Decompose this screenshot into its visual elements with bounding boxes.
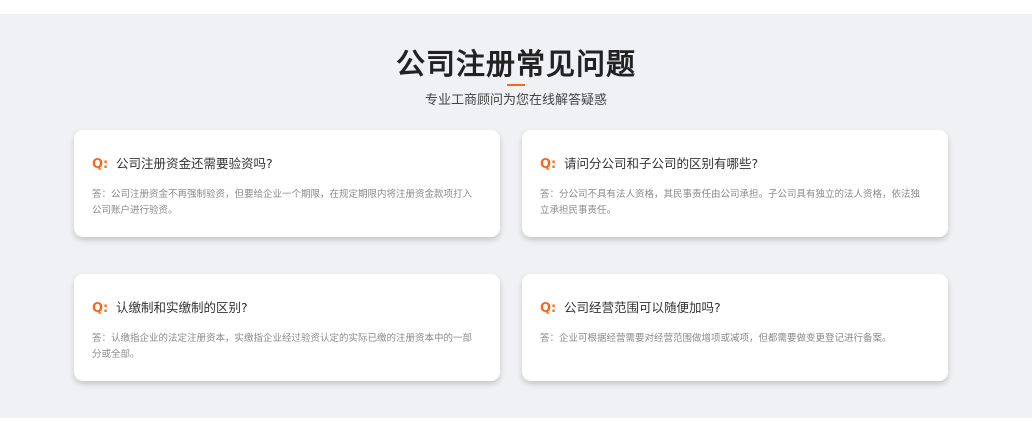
- faq-question: 公司注册资金还需要验资吗?: [116, 156, 273, 171]
- faq-card-registered-capital[interactable]: Q: 公司注册资金还需要验资吗? 答：公司注册资金不再强制验资，但要给企业一个期限…: [74, 130, 500, 237]
- section-title: 公司注册常见问题: [395, 47, 636, 81]
- section-subtitle: 专业工商顾问为您在线解答疑惑: [424, 93, 607, 108]
- faq-question: 认缴制和实缴制的区别?: [116, 300, 248, 315]
- faq-question: 请问分公司和子公司的区别有哪些?: [564, 156, 759, 171]
- faq-card-branch-vs-subsidiary[interactable]: Q: 请问分公司和子公司的区别有哪些? 答：分公司不具有法人资格，其民事责任由公司…: [522, 130, 948, 237]
- faq-answer: 答：企业可根据经营需要对经营范围做增项或减项，但都需要做变更登记进行备案。: [540, 333, 892, 344]
- faq-answer: 答：认缴指企业的法定注册资本，实缴指企业经过验资认定的实际已缴的注册资本中的一部…: [92, 333, 473, 360]
- question-marker: Q:: [92, 301, 109, 316]
- question-marker: Q:: [540, 301, 557, 316]
- faq-question-row: Q: 认缴制和实缴制的区别?: [92, 297, 484, 317]
- faq-question: 公司经营范围可以随便加吗?: [564, 300, 721, 315]
- question-marker: Q:: [92, 157, 109, 172]
- title-underline: [507, 84, 525, 86]
- faq-question-row: Q: 公司经营范围可以随便加吗?: [540, 297, 932, 317]
- faq-question-row: Q: 请问分公司和子公司的区别有哪些?: [540, 153, 932, 173]
- faq-question-row: Q: 公司注册资金还需要验资吗?: [92, 153, 484, 173]
- faq-answer: 答：分公司不具有法人资格，其民事责任由公司承担。子公司具有独立的法人资格，依法独…: [540, 189, 921, 216]
- question-marker: Q:: [540, 157, 557, 172]
- faq-card-subscribed-vs-paid-in[interactable]: Q: 认缴制和实缴制的区别? 答：认缴指企业的法定注册资本，实缴指企业经过验资认定…: [74, 274, 500, 381]
- faq-card-business-scope[interactable]: Q: 公司经营范围可以随便加吗? 答：企业可根据经营需要对经营范围做增项或减项，但…: [522, 274, 948, 381]
- faq-answer: 答：公司注册资金不再强制验资，但要给企业一个期限，在规定期限内将注册资金款项打入…: [92, 189, 473, 216]
